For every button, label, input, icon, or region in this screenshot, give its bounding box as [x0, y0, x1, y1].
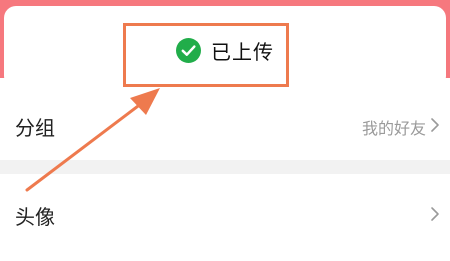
group-label: 分组: [15, 116, 55, 140]
avatar-label: 头像: [15, 205, 55, 229]
section-divider: [0, 160, 450, 174]
group-row[interactable]: 分组 我的好友: [0, 97, 450, 153]
group-value: 我的好友: [361, 119, 426, 138]
chevron-right-icon: [431, 207, 439, 221]
chevron-right-icon: [431, 118, 439, 132]
annotation-highlight-box: [123, 23, 289, 87]
avatar-row[interactable]: 头像: [0, 186, 450, 242]
